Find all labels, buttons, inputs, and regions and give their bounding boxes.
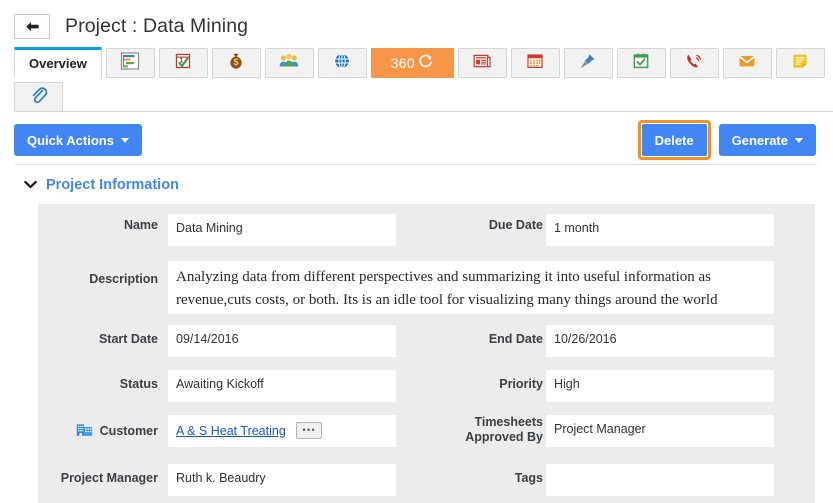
timesheets-label-line2: Approved By bbox=[465, 430, 543, 444]
field-status-value: Awaiting Kickoff bbox=[176, 377, 264, 391]
field-description[interactable]: Analyzing data from different perspectiv… bbox=[168, 261, 774, 314]
chevron-down-icon[interactable] bbox=[24, 176, 37, 194]
field-label-name: Name bbox=[123, 218, 158, 232]
pushpin-icon bbox=[578, 51, 598, 76]
tab-calendar-red[interactable] bbox=[510, 48, 560, 78]
tab-bar: Overview 1 $ 360 bbox=[0, 47, 833, 112]
right-action-group: Delete Generate bbox=[637, 120, 816, 160]
delete-label: Delete bbox=[654, 132, 694, 148]
arrow-left-icon bbox=[25, 21, 40, 33]
tab-web[interactable] bbox=[317, 48, 367, 78]
generate-label: Generate bbox=[731, 132, 788, 148]
field-due-date[interactable]: 1 month bbox=[546, 214, 774, 246]
field-name-value: Data Mining bbox=[176, 221, 243, 235]
field-label-description: Description bbox=[89, 272, 158, 286]
field-timesheets-approved-by-value: Project Manager bbox=[554, 422, 646, 436]
tab-calls[interactable] bbox=[669, 48, 719, 78]
generate-button[interactable]: Generate bbox=[718, 124, 816, 156]
quick-actions-button[interactable]: Quick Actions bbox=[14, 124, 142, 156]
note-icon bbox=[790, 51, 810, 76]
field-label-start-date: Start Date bbox=[98, 332, 158, 346]
tab-row-secondary bbox=[14, 82, 833, 112]
customer-lookup-button[interactable]: ••• bbox=[296, 422, 323, 439]
project-information-section-header[interactable]: Project Information bbox=[0, 165, 833, 194]
tab-notes[interactable] bbox=[775, 48, 825, 78]
tab-row-primary: Overview 1 $ 360 bbox=[14, 47, 833, 78]
field-end-date[interactable]: 10/26/2016 bbox=[546, 325, 774, 357]
people-group-icon bbox=[278, 51, 300, 76]
field-tags[interactable] bbox=[546, 464, 774, 496]
field-label-customer: Customer bbox=[38, 422, 158, 441]
section-title: Project Information bbox=[46, 177, 179, 193]
back-button[interactable] bbox=[14, 14, 50, 39]
chevron-down-icon bbox=[120, 137, 129, 143]
field-label-due-date: Due Date bbox=[488, 218, 543, 232]
field-label-timesheets-approved-by: Timesheets Approved By bbox=[398, 415, 543, 445]
gantt-chart-icon bbox=[120, 51, 140, 76]
field-label-customer-text: Customer bbox=[99, 424, 158, 438]
money-bag-icon: $ bbox=[226, 51, 246, 76]
tab-team[interactable] bbox=[264, 48, 314, 78]
calendar-check-icon: 1 bbox=[173, 51, 193, 76]
tab-budget[interactable]: $ bbox=[211, 48, 261, 78]
paperclip-icon bbox=[29, 85, 49, 110]
field-priority[interactable]: High bbox=[546, 370, 774, 402]
field-end-date-value: 10/26/2016 bbox=[554, 332, 617, 346]
field-customer[interactable]: A & S Heat Treating ••• bbox=[168, 415, 396, 447]
svg-text:$: $ bbox=[234, 57, 239, 67]
field-start-date[interactable]: 09/14/2016 bbox=[168, 325, 396, 357]
tab-emails[interactable] bbox=[722, 48, 772, 78]
delete-button[interactable]: Delete bbox=[641, 124, 707, 156]
phone-ring-icon bbox=[684, 51, 704, 76]
project-detail-page: Project : Data Mining Overview 1 $ 360 Q… bbox=[0, 0, 833, 503]
quick-actions-label: Quick Actions bbox=[27, 132, 114, 148]
field-label-tags: Tags bbox=[514, 471, 543, 485]
field-label-status: Status bbox=[119, 377, 158, 391]
news-list-icon bbox=[472, 51, 492, 76]
field-description-value: Analyzing data from different perspectiv… bbox=[176, 269, 718, 308]
field-name[interactable]: Data Mining bbox=[168, 214, 396, 246]
tab-invoices[interactable] bbox=[457, 48, 507, 78]
office-building-icon bbox=[76, 422, 93, 441]
field-project-manager-value: Ruth k. Beaudry bbox=[176, 471, 266, 485]
tab-attachments[interactable] bbox=[14, 82, 63, 112]
field-label-priority: Priority bbox=[499, 377, 543, 391]
field-project-manager[interactable]: Ruth k. Beaudry bbox=[168, 464, 396, 496]
timesheets-label-line1: Timesheets bbox=[474, 415, 543, 429]
tab-approvals[interactable]: 1 bbox=[158, 48, 208, 78]
tab-tasks[interactable] bbox=[616, 48, 666, 78]
calendar-green-check-icon bbox=[631, 51, 651, 76]
action-bar: Quick Actions Delete Generate bbox=[0, 120, 833, 160]
tab-gantt[interactable] bbox=[105, 48, 155, 78]
tab-pinned[interactable] bbox=[563, 48, 613, 78]
envelope-icon bbox=[737, 51, 757, 76]
globe-icon bbox=[332, 51, 352, 76]
field-label-end-date: End Date bbox=[488, 332, 543, 346]
chevron-down-icon bbox=[795, 137, 803, 143]
field-timesheets-approved-by[interactable]: Project Manager bbox=[546, 415, 774, 447]
field-label-project-manager: Project Manager bbox=[60, 471, 158, 485]
field-start-date-value: 09/14/2016 bbox=[176, 332, 239, 346]
tab-overview-label: Overview bbox=[29, 56, 87, 71]
project-information-panel: Name Data Mining Due Date 1 month Descri… bbox=[38, 204, 815, 503]
refresh-360-icon bbox=[417, 53, 434, 73]
tab-360-label: 360 bbox=[390, 55, 415, 71]
customer-link[interactable]: A & S Heat Treating bbox=[176, 424, 286, 438]
field-due-date-value: 1 month bbox=[554, 221, 600, 235]
tab-bar-underline bbox=[14, 111, 833, 112]
field-priority-value: High bbox=[554, 377, 580, 391]
page-title: Project : Data Mining bbox=[65, 15, 249, 37]
calendar-red-icon bbox=[525, 51, 545, 76]
field-status[interactable]: Awaiting Kickoff bbox=[168, 370, 396, 402]
tab-overview[interactable]: Overview bbox=[14, 47, 102, 78]
tab-360[interactable]: 360 bbox=[370, 48, 454, 78]
delete-button-focus-ring: Delete bbox=[637, 120, 711, 160]
page-header: Project : Data Mining bbox=[0, 0, 833, 44]
